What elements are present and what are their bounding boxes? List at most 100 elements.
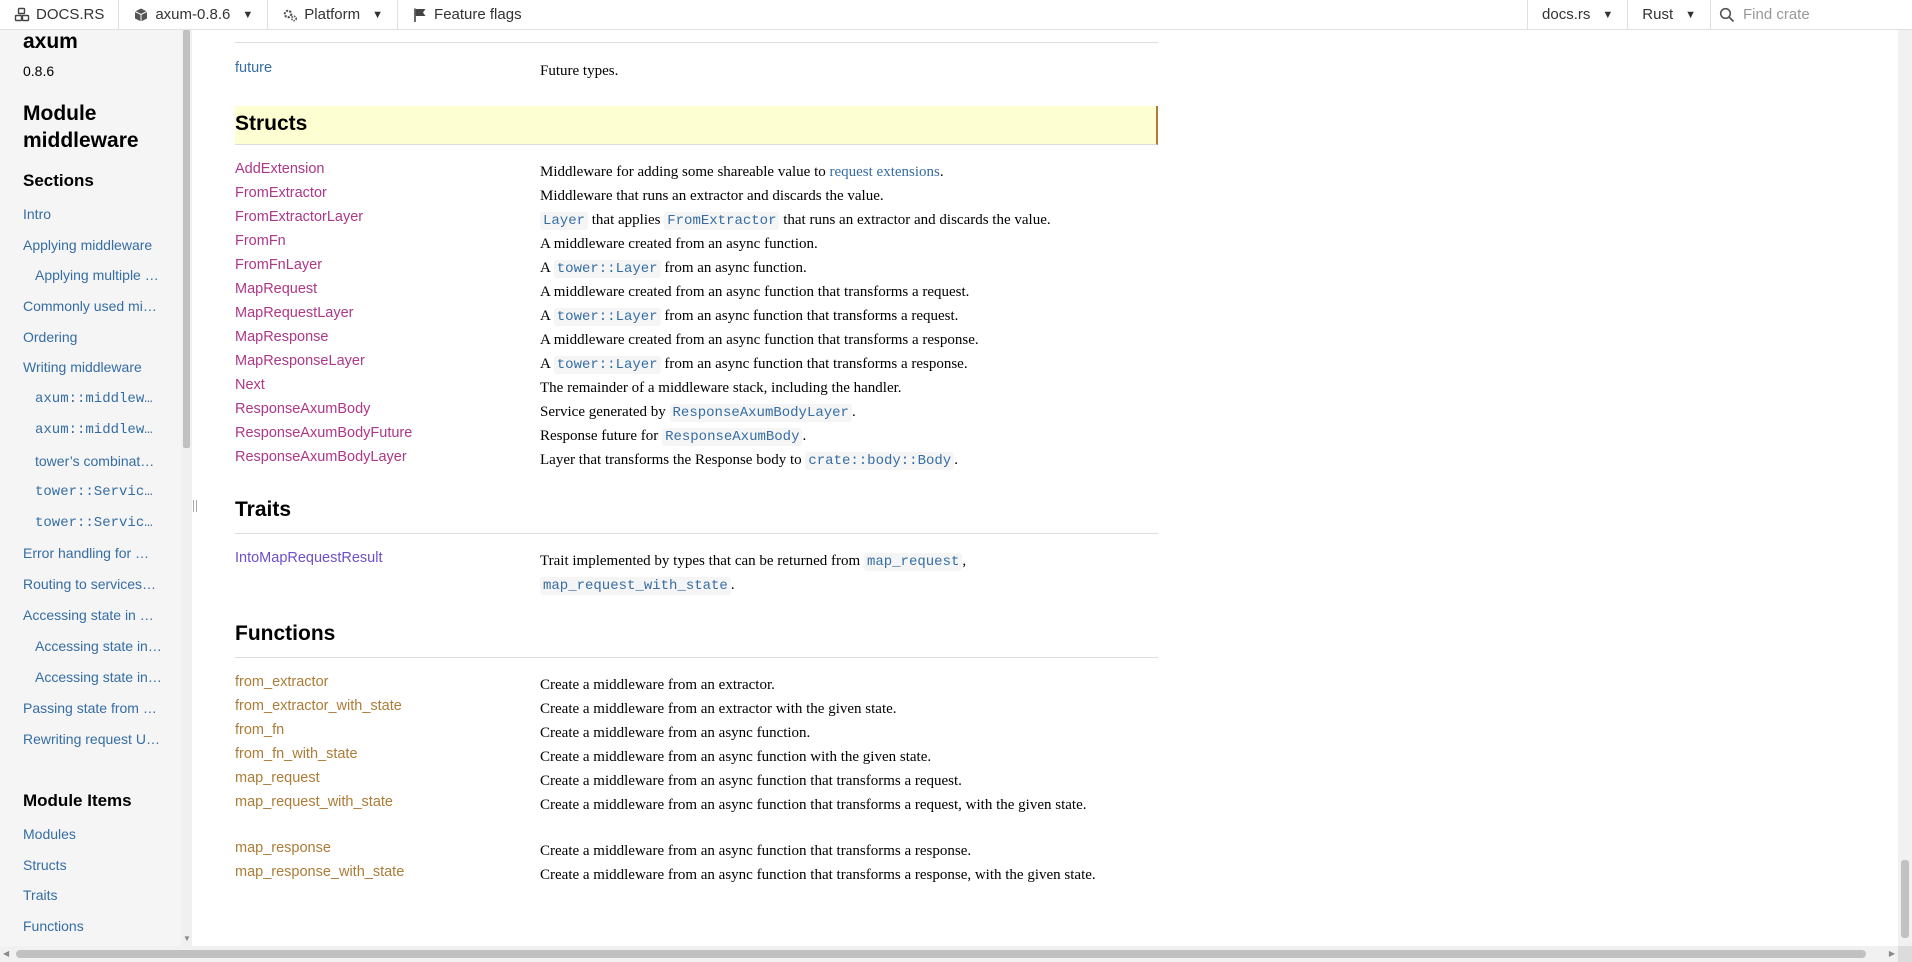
function-link[interactable]: map_request_with_state <box>235 794 393 810</box>
sidebar-item-writing-middleware[interactable]: Writing middleware <box>23 359 173 375</box>
page-vertical-scrollbar[interactable] <box>1898 30 1912 946</box>
sidebar-item-accessing-state[interactable]: Accessing state in … <box>23 607 173 623</box>
sidebar-resize-handle[interactable] <box>193 500 197 512</box>
sidebar-scrollbar-thumb[interactable] <box>183 30 190 448</box>
sidebar-item-commonly-used[interactable]: Commonly used mi… <box>23 298 173 314</box>
code-link[interactable]: map_request_with_state <box>540 577 731 595</box>
traits-heading[interactable]: Traits <box>235 496 1158 534</box>
sidebar-item-tower-service-2[interactable]: tower::Servic… <box>35 515 175 531</box>
sidebar-item-functions[interactable]: Functions <box>23 918 84 934</box>
item-description: Response future for ResponseAxumBody. <box>540 428 807 446</box>
code-link[interactable]: FromExtractor <box>664 212 780 230</box>
function-link[interactable]: map_request <box>235 770 320 786</box>
struct-link[interactable]: ResponseAxumBody <box>235 401 370 417</box>
sidebar-scrollbar[interactable]: ▼ <box>181 30 192 946</box>
traits-heading-text: Traits <box>235 498 292 521</box>
function-link[interactable]: map_response <box>235 840 331 856</box>
search-input[interactable]: Find crate <box>1743 6 1810 23</box>
struct-link[interactable]: ResponseAxumBodyLayer <box>235 449 407 465</box>
code-link[interactable]: map_request <box>863 553 963 571</box>
structs-heading-text: Structs <box>235 112 308 135</box>
sidebar-item-axum-middleware-2[interactable]: axum::middlew… <box>35 422 175 438</box>
sidebar-item-routing-to-services[interactable]: Routing to services… <box>23 576 173 592</box>
item-description: Trait implemented by types that can be r… <box>540 553 967 595</box>
feature-flags-label: Feature flags <box>434 6 522 23</box>
scroll-down-arrow-icon[interactable]: ▼ <box>183 934 191 943</box>
item-description: A tower::Layer from an async function. <box>540 260 807 278</box>
find-crate-search[interactable]: Find crate <box>1710 0 1912 30</box>
rust-menu[interactable]: Rust ▼ <box>1628 0 1710 30</box>
code-link[interactable]: tower::Layer <box>553 356 661 374</box>
struct-link[interactable]: FromExtractor <box>235 185 327 201</box>
structs-heading[interactable]: Structs <box>235 106 1158 145</box>
module-title[interactable]: Module middleware <box>23 100 173 154</box>
code-link[interactable]: ResponseAxumBody <box>662 428 803 446</box>
docsrs-home-link[interactable]: DOCS.RS <box>0 0 120 30</box>
top-navigation-bar: DOCS.RS axum-0.8.6 ▼ Platform ▼ Feature … <box>0 0 1912 30</box>
sidebar-item-applying-multiple[interactable]: Applying multiple … <box>35 267 175 283</box>
scroll-left-arrow-icon[interactable]: ◀ <box>3 949 9 958</box>
sidebar-item-applying-middleware[interactable]: Applying middleware <box>23 237 173 253</box>
divider <box>235 42 1158 43</box>
page-scrollbar-thumb[interactable] <box>1901 860 1909 938</box>
sidebar-item-passing-state[interactable]: Passing state from … <box>23 700 173 716</box>
request-extensions-link[interactable]: request extensions <box>829 164 939 180</box>
sidebar-item-tower-service-1[interactable]: tower::Servic… <box>35 484 175 500</box>
sections-heading: Sections <box>23 171 94 190</box>
item-description: A middleware created from an async funct… <box>540 236 818 252</box>
item-description: Create a middleware from an async functi… <box>540 749 932 765</box>
function-link[interactable]: from_extractor_with_state <box>235 698 402 714</box>
crate-menu[interactable]: axum-0.8.6 ▼ <box>119 0 269 30</box>
struct-link[interactable]: ResponseAxumBodyFuture <box>235 425 412 441</box>
struct-link[interactable]: FromFn <box>235 233 286 249</box>
functions-heading[interactable]: Functions <box>235 620 1158 658</box>
caret-down-icon: ▼ <box>372 8 384 21</box>
struct-link[interactable]: AddExtension <box>235 161 324 177</box>
docsrs-menu-label: docs.rs <box>1542 6 1591 23</box>
sidebar-item-traits[interactable]: Traits <box>23 887 57 903</box>
docsrs-menu[interactable]: docs.rs ▼ <box>1527 0 1629 30</box>
platform-menu[interactable]: Platform ▼ <box>268 0 399 30</box>
struct-link[interactable]: FromFnLayer <box>235 257 322 273</box>
sidebar-item-modules[interactable]: Modules <box>23 826 76 842</box>
feature-flags-link[interactable]: Feature flags <box>398 0 536 30</box>
code-link[interactable]: ResponseAxumBodyLayer <box>669 404 852 422</box>
item-description: Create a middleware from an extractor wi… <box>540 701 897 717</box>
struct-link[interactable]: FromExtractorLayer <box>235 209 363 225</box>
sidebar-item-rewriting-request[interactable]: Rewriting request U… <box>23 731 173 747</box>
crate-name[interactable]: axum <box>23 30 78 54</box>
function-link[interactable]: from_fn <box>235 722 284 738</box>
crate-version: 0.8.6 <box>23 63 55 79</box>
code-link[interactable]: tower::Layer <box>553 260 661 278</box>
sidebar-item-accessing-state-3[interactable]: Accessing state in… <box>35 669 175 685</box>
sidebar-item-axum-middleware-1[interactable]: axum::middlew… <box>35 391 175 407</box>
sidebar-item-intro[interactable]: Intro <box>23 206 173 222</box>
module-link-future[interactable]: future <box>235 60 272 76</box>
scroll-right-arrow-icon[interactable]: ▶ <box>1889 949 1895 958</box>
sidebar-item-ordering[interactable]: Ordering <box>23 329 173 345</box>
function-link[interactable]: from_fn_with_state <box>235 746 358 762</box>
item-description: A middleware created from an async funct… <box>540 332 979 348</box>
horizontal-scrollbar-thumb[interactable] <box>16 950 1866 958</box>
code-link[interactable]: Layer <box>540 212 589 230</box>
struct-link[interactable]: MapResponseLayer <box>235 353 365 369</box>
search-icon <box>1719 7 1735 23</box>
function-link[interactable]: map_response_with_state <box>235 864 404 880</box>
code-link[interactable]: tower::Layer <box>553 308 661 326</box>
page-horizontal-scrollbar[interactable]: ◀ ▶ <box>0 946 1898 962</box>
item-description: Middleware that runs an extractor and di… <box>540 188 884 204</box>
item-description: The remainder of a middleware stack, inc… <box>540 380 902 396</box>
struct-link[interactable]: MapResponse <box>235 329 329 345</box>
sidebar-item-structs[interactable]: Structs <box>23 857 67 873</box>
item-description: Future types. <box>540 63 619 79</box>
struct-link[interactable]: MapRequestLayer <box>235 305 354 321</box>
struct-link[interactable]: MapRequest <box>235 281 317 297</box>
sidebar-item-error-handling[interactable]: Error handling for … <box>23 545 173 561</box>
code-link[interactable]: crate::body::Body <box>805 452 955 470</box>
struct-link[interactable]: Next <box>235 377 265 393</box>
sidebar: axum 0.8.6 Module middleware Sections In… <box>0 30 181 946</box>
sidebar-item-tower-combinators[interactable]: tower’s combinat… <box>35 453 175 469</box>
function-link[interactable]: from_extractor <box>235 674 328 690</box>
trait-link[interactable]: IntoMapRequestResult <box>235 550 383 566</box>
sidebar-item-accessing-state-2[interactable]: Accessing state in… <box>35 638 175 654</box>
